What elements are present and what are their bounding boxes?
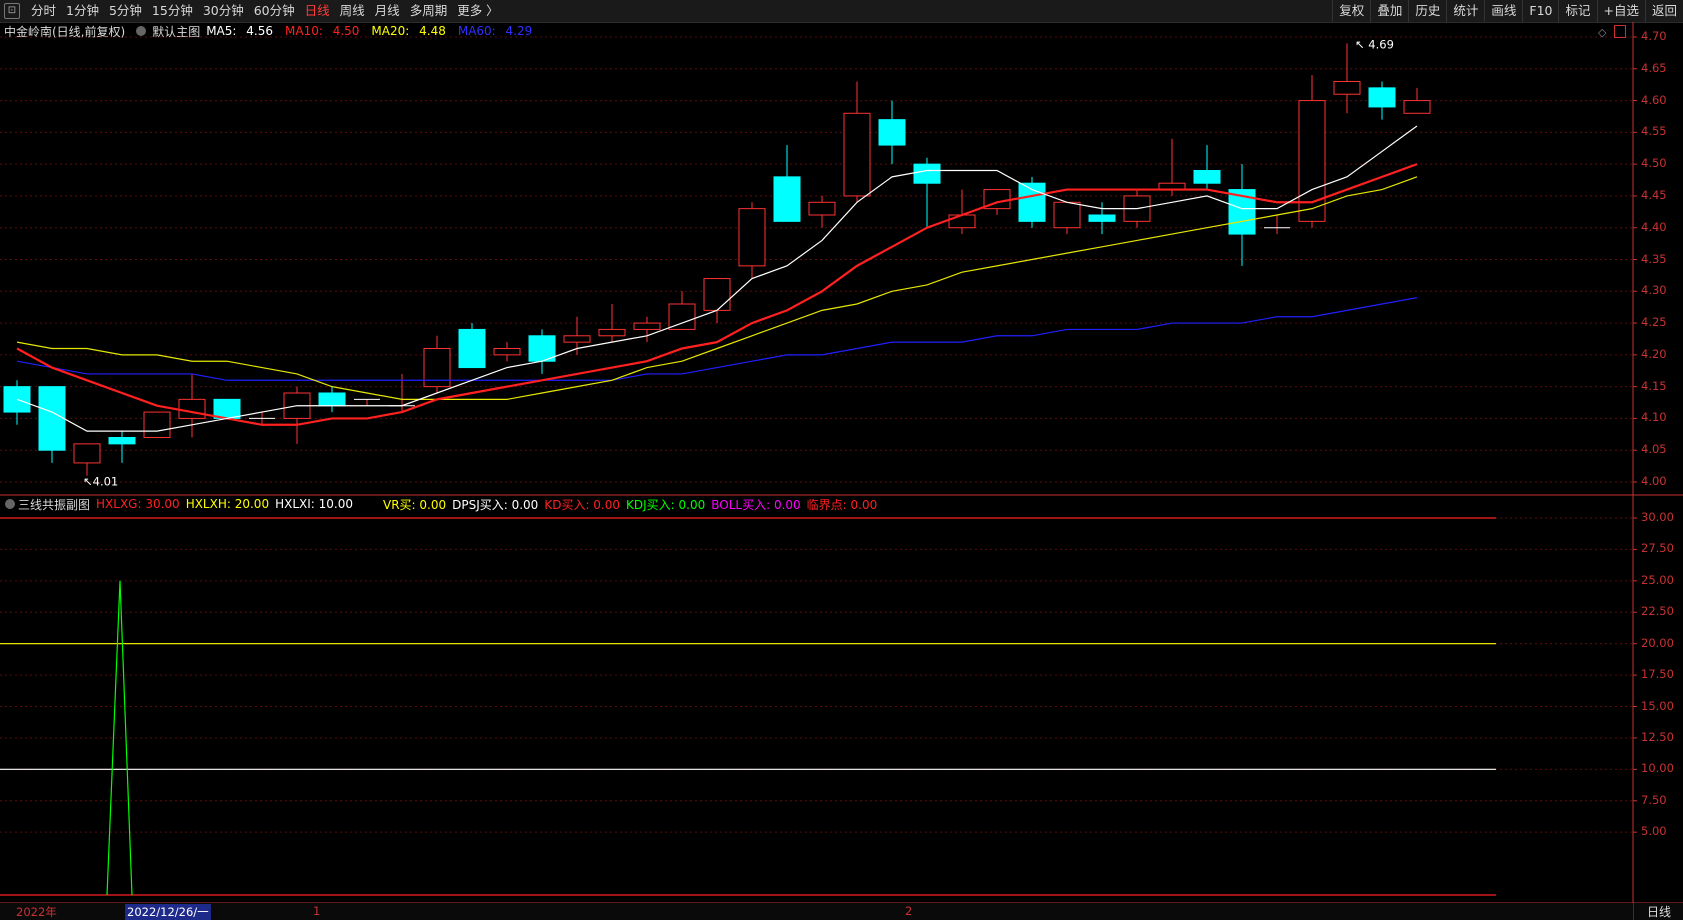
price-tick-label: 4.65 <box>1641 60 1667 75</box>
month-label-1: 1 <box>313 904 321 918</box>
candle <box>703 278 731 324</box>
candle-body-up <box>143 411 171 439</box>
candle <box>1403 87 1431 114</box>
price-tick-label: 4.10 <box>1641 410 1667 425</box>
candle <box>1158 138 1186 196</box>
candle <box>1333 43 1361 114</box>
candle-body-down <box>38 386 66 451</box>
candle <box>493 342 521 362</box>
sub-tick-label: 10.00 <box>1641 761 1674 776</box>
candle-body-up <box>493 348 521 356</box>
date-axis <box>0 903 1683 920</box>
candle-body-up <box>73 443 101 464</box>
candle <box>843 81 871 203</box>
sub-tick-label: 12.50 <box>1641 729 1674 744</box>
candle <box>1228 164 1256 266</box>
candle <box>178 373 206 438</box>
candle <box>528 329 556 374</box>
candle <box>108 431 136 463</box>
candle <box>633 316 661 343</box>
candle-body-down <box>913 163 941 184</box>
sub-tick-label: 20.00 <box>1641 635 1674 650</box>
price-tick-label: 4.60 <box>1641 92 1667 107</box>
candle <box>458 323 486 369</box>
candle-body-down <box>108 437 136 445</box>
expand-icon[interactable] <box>1614 25 1626 38</box>
diamond-icon[interactable]: ◇ <box>1598 26 1606 39</box>
candle <box>389 373 415 413</box>
sub-tick-label: 30.00 <box>1641 510 1674 524</box>
candle <box>1193 145 1221 190</box>
chart-canvas[interactable]: ↖ 4.69 ↖4.01 <box>0 0 1683 920</box>
price-tick-label: 4.35 <box>1641 251 1667 266</box>
year-label: 2022年 <box>16 905 57 919</box>
candle-body-up <box>808 201 836 216</box>
candle-body-up <box>423 348 451 388</box>
candle-body-down <box>318 392 346 407</box>
candle <box>354 398 380 406</box>
candle-body-down <box>878 119 906 146</box>
price-tick-label: 4.70 <box>1641 29 1667 43</box>
candle <box>738 202 766 279</box>
period-indicator[interactable]: 日线 <box>1633 903 1683 920</box>
price-tick-label: 4.45 <box>1641 187 1667 202</box>
sub-tick-label: 25.00 <box>1641 572 1674 587</box>
candle-body-up <box>668 303 696 330</box>
candle-body-up <box>843 112 871 197</box>
price-tick-label: 4.25 <box>1641 315 1667 330</box>
candle-body-up <box>1053 201 1081 229</box>
candle-body-up <box>563 335 591 343</box>
price-tick-label: 4.20 <box>1641 346 1667 361</box>
sub-tick-label: 27.50 <box>1641 541 1674 556</box>
candle <box>213 398 241 419</box>
price-tick-label: 4.55 <box>1641 124 1667 139</box>
candle <box>1264 215 1290 235</box>
candle-body-up <box>738 208 766 267</box>
candle <box>808 195 836 228</box>
price-tick-label: 4.40 <box>1641 219 1667 234</box>
month-label-2: 2 <box>905 904 913 918</box>
candle-body-up <box>703 278 731 311</box>
price-tick-label: 4.05 <box>1641 442 1667 457</box>
candle <box>38 386 66 463</box>
price-tick-label: 4.00 <box>1641 474 1667 488</box>
candle-body-down <box>773 176 801 222</box>
candle <box>423 335 451 393</box>
candle-body-up <box>1403 100 1431 114</box>
candle <box>913 157 941 228</box>
high-price-label: ↖ 4.69 <box>1355 37 1394 51</box>
sub-tick-label: 15.00 <box>1641 698 1674 713</box>
sub-tick-label: 5.00 <box>1641 824 1667 839</box>
candle-body-down <box>1088 214 1116 222</box>
candle-body-up <box>633 322 661 330</box>
candle-body-up <box>598 328 626 337</box>
sub-tick-label: 17.50 <box>1641 667 1674 682</box>
candle <box>283 386 311 444</box>
candle-body-down <box>1193 170 1221 184</box>
candle <box>73 443 101 476</box>
price-tick-label: 4.15 <box>1641 378 1667 393</box>
candle-body-down <box>458 328 486 369</box>
candle-body-down <box>3 386 31 413</box>
candle <box>1053 201 1081 235</box>
candle <box>143 411 171 439</box>
candle <box>878 100 906 165</box>
candle-body-down <box>213 398 241 419</box>
candle-body-up <box>1333 81 1361 95</box>
sub-tick-label: 7.50 <box>1641 792 1667 807</box>
candle <box>318 386 346 413</box>
candle <box>773 145 801 222</box>
sub-tick-label: 22.50 <box>1641 604 1674 619</box>
price-tick-label: 4.50 <box>1641 156 1667 171</box>
candle <box>1368 81 1396 120</box>
selected-date: 2022/12/26/一 <box>125 904 211 920</box>
candle-body-up <box>178 398 206 419</box>
candle-body-down <box>1368 87 1396 108</box>
price-tick-label: 4.30 <box>1641 283 1667 298</box>
candle-body-up <box>948 214 976 229</box>
low-price-label: ↖4.01 <box>83 475 118 489</box>
